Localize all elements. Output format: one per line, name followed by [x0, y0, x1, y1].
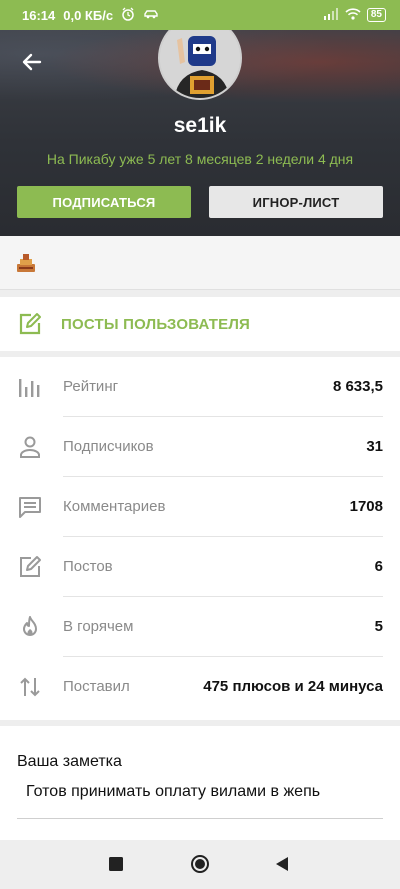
- edit-icon: [18, 312, 42, 336]
- triangle-back-icon: [276, 857, 288, 871]
- recents-button[interactable]: [104, 852, 128, 876]
- sort-arrows-icon: [18, 675, 42, 699]
- stat-value: 5: [374, 618, 383, 635]
- ignore-list-button[interactable]: ИГНОР-ЛИСТ: [209, 186, 383, 218]
- stats-list: Рейтинг 8 633,5 Подписчиков 31 Комментар…: [0, 357, 400, 720]
- rating-chart-icon: [18, 375, 42, 399]
- home-button[interactable]: [188, 852, 212, 876]
- circle-icon: [191, 855, 209, 873]
- stat-row-votes: Поставил 475 плюсов и 24 минуса: [0, 657, 400, 717]
- stat-label: Подписчиков: [63, 438, 154, 455]
- comment-icon: [18, 495, 42, 519]
- square-icon: [109, 857, 123, 871]
- stat-label: Рейтинг: [63, 378, 119, 395]
- edit-icon: [18, 555, 42, 579]
- system-back-button[interactable]: [270, 852, 294, 876]
- user-note-section: Ваша заметка Готов принимать оплату вила…: [0, 726, 400, 840]
- stat-label: Поставил: [63, 678, 130, 695]
- arrow-left-icon: [22, 53, 42, 71]
- stat-value: 8 633,5: [332, 378, 383, 395]
- awards-strip: [0, 236, 400, 290]
- note-field[interactable]: Готов принимать оплату вилами в жепь: [26, 783, 320, 801]
- system-nav-bar: [0, 840, 400, 889]
- stat-label: Комментариев: [63, 498, 166, 515]
- car-icon: [143, 8, 159, 23]
- avatar[interactable]: [158, 30, 242, 100]
- user-posts-label: ПОСТЫ ПОЛЬЗОВАТЕЛЯ: [61, 316, 251, 333]
- profile-screen: 16:14 0,0 КБ/с 85 se1ik На Пикабу уже 5 …: [0, 0, 400, 889]
- note-title: Ваша заметка: [17, 753, 122, 770]
- subscribe-button[interactable]: ПОДПИСАТЬСЯ: [17, 186, 191, 218]
- stat-row-rating: Рейтинг 8 633,5: [0, 357, 400, 417]
- note-underline: [17, 818, 383, 819]
- stat-label: В горячем: [63, 618, 134, 635]
- wifi-icon: [345, 7, 361, 23]
- stat-row-comments[interactable]: Комментариев 1708: [0, 477, 400, 537]
- stat-value: 6: [374, 558, 383, 575]
- stat-value: 475 плюсов и 24 минуса: [203, 678, 383, 695]
- stat-value: 31: [366, 438, 383, 455]
- stat-value: 1708: [349, 498, 383, 515]
- alarm-icon: [121, 7, 135, 24]
- status-bar: 16:14 0,0 КБ/с 85: [0, 0, 400, 30]
- status-time: 16:14: [22, 7, 56, 23]
- profile-header: se1ik На Пикабу уже 5 лет 8 месяцев 2 не…: [0, 30, 400, 236]
- stat-row-posts[interactable]: Постов 6: [0, 537, 400, 597]
- stat-label: Постов: [63, 558, 113, 575]
- username: se1ik: [173, 114, 227, 137]
- status-net-speed: 0,0 КБ/с: [63, 7, 114, 23]
- flame-icon: [18, 615, 42, 639]
- back-button[interactable]: [18, 48, 46, 76]
- tenure-text: На Пикабу уже 5 лет 8 месяцев 2 недели 4…: [46, 151, 354, 167]
- user-posts-link[interactable]: ПОСТЫ ПОЛЬЗОВАТЕЛЯ: [0, 297, 400, 351]
- stat-row-hot[interactable]: В горячем 5: [0, 597, 400, 657]
- signal-icon: [323, 7, 339, 23]
- person-icon: [18, 435, 42, 459]
- award-badge-icon[interactable]: [15, 252, 37, 274]
- battery-indicator: 85: [366, 8, 386, 22]
- stat-row-subscribers[interactable]: Подписчиков 31: [0, 417, 400, 477]
